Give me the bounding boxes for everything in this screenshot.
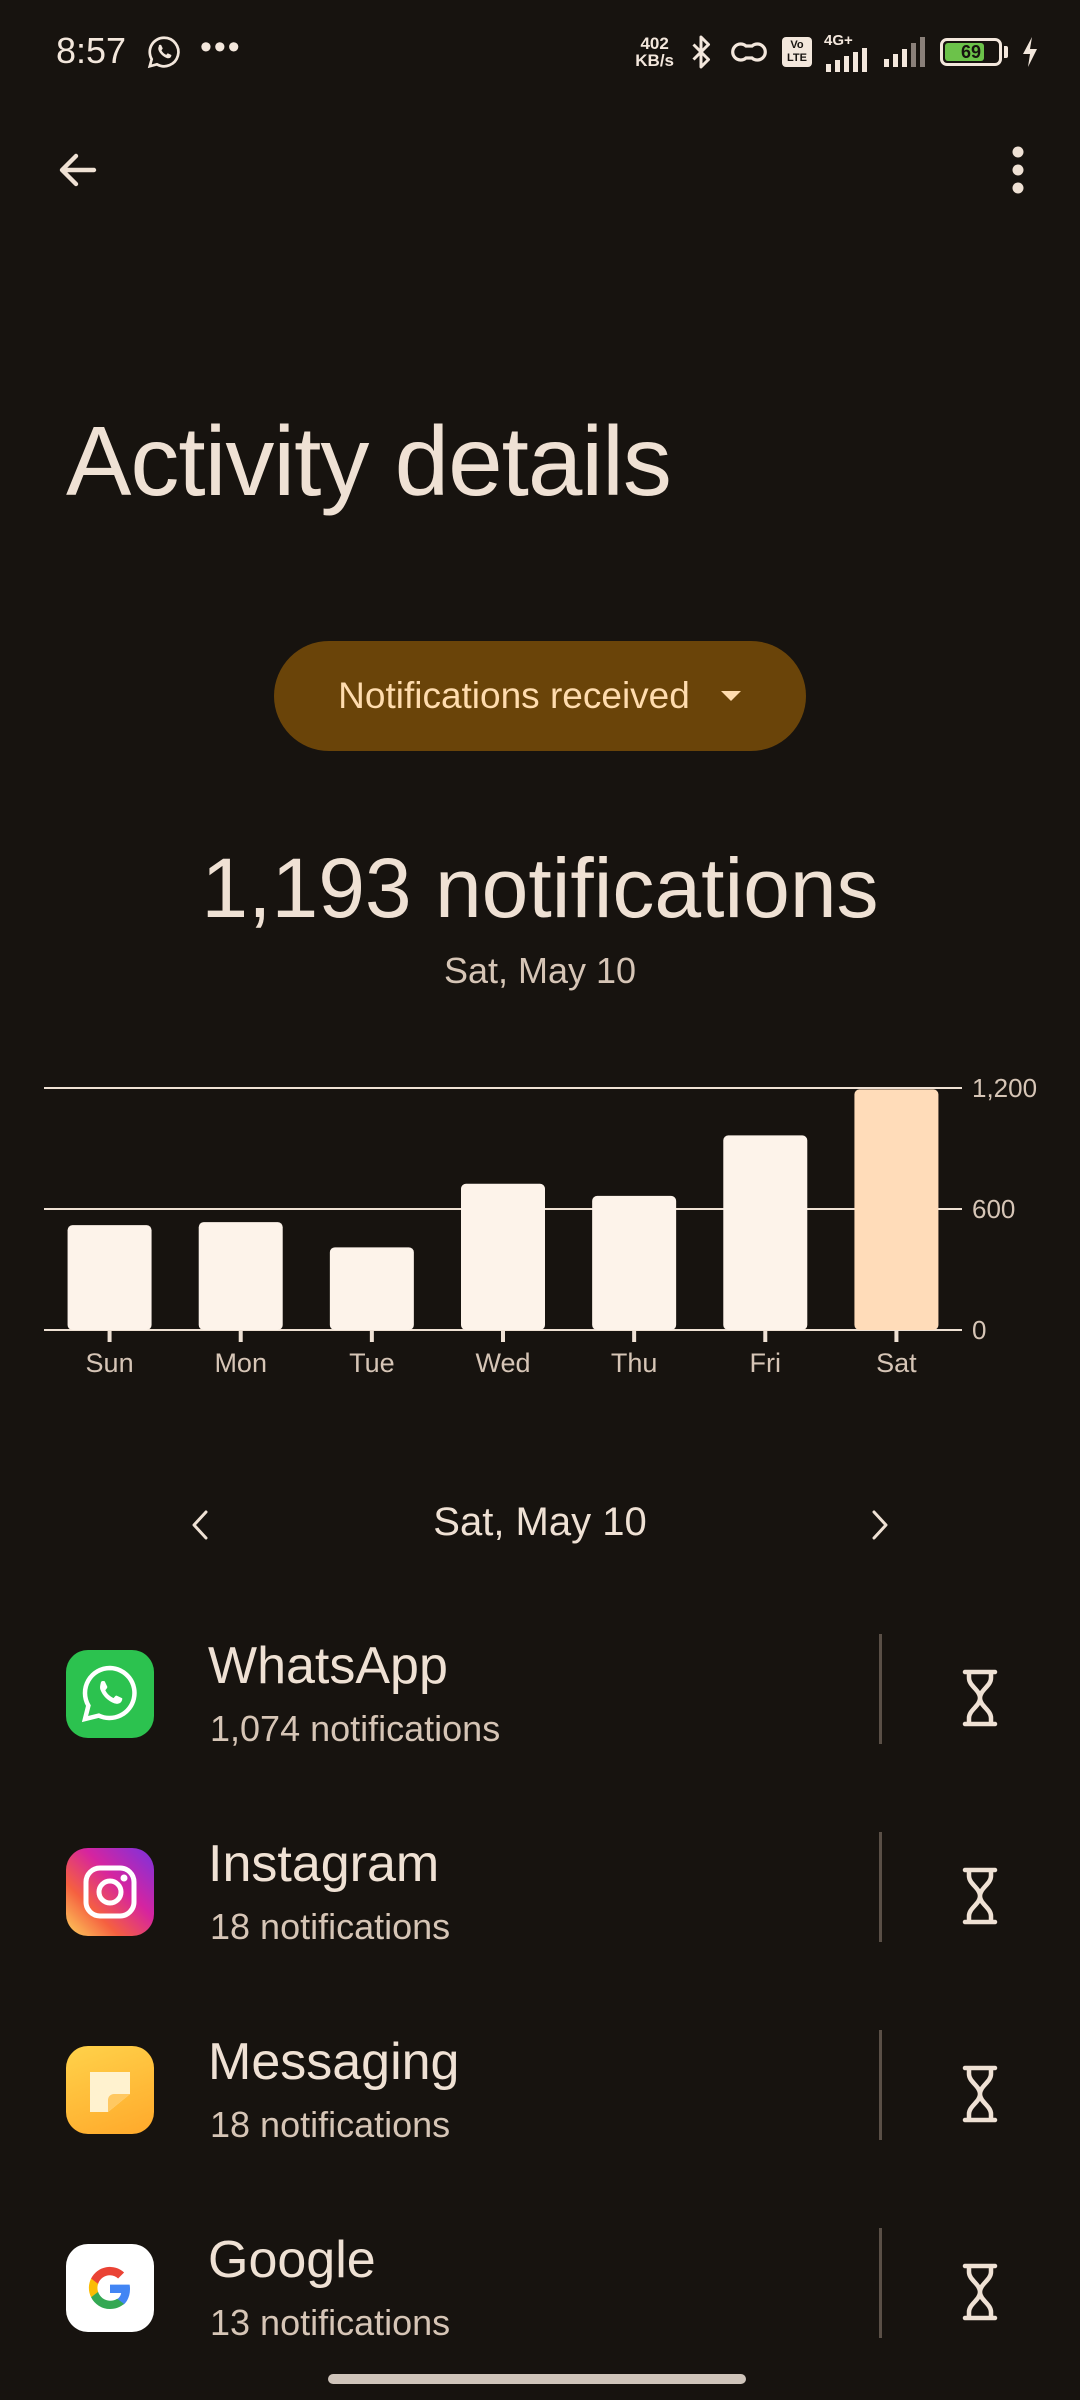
bluetooth-icon [692, 35, 710, 69]
selected-day-label: Sat, May 10 [433, 1500, 647, 1544]
chart-y-tick-label: 0 [972, 1315, 986, 1345]
chart-bar-sat[interactable] [854, 1089, 939, 1330]
chart-bar-tue[interactable] [329, 1247, 414, 1330]
volte-icon: Vo LTE [782, 37, 812, 67]
hourglass-icon [962, 2263, 998, 2321]
summary-count: 1,193 notifications [201, 841, 879, 935]
app-timer-button[interactable] [940, 1658, 1020, 1738]
chart-x-tick-label: Wed [475, 1348, 530, 1378]
app-timer-button[interactable] [940, 2252, 1020, 2332]
chart-x-tick-label: Sun [86, 1348, 134, 1378]
battery-cap [1004, 46, 1008, 58]
app-timer-button[interactable] [940, 1856, 1020, 1936]
more-options-button[interactable] [988, 140, 1048, 200]
status-time: 8:57 [56, 30, 127, 71]
messaging-icon [66, 2046, 154, 2134]
chart-bar-fri[interactable] [723, 1135, 808, 1330]
more-vert-icon [1012, 146, 1024, 194]
app-name: Instagram [208, 1835, 440, 1893]
signal-icon [884, 37, 925, 67]
whatsapp-icon [147, 36, 180, 69]
page-title: Activity details [66, 406, 672, 516]
metric-dropdown[interactable]: Notifications received [274, 641, 806, 751]
battery-icon: 69 [940, 38, 1002, 66]
app-row-whatsapp[interactable]: WhatsApp 1,074 notifications [0, 1596, 1080, 1794]
metric-dropdown-label: Notifications received [338, 675, 690, 716]
chart-bar-wed[interactable] [461, 1183, 545, 1330]
chart-y-tick-label: 1,200 [972, 1073, 1037, 1103]
app-row-messaging[interactable]: Messaging 18 notifications [0, 1992, 1080, 2190]
app-notification-count: 18 notifications [210, 1906, 451, 1947]
divider [879, 1832, 882, 1942]
arrow-back-icon [59, 153, 97, 187]
app-row-google[interactable]: Google 13 notifications [0, 2190, 1080, 2388]
chart-x-tick-label: Mon [214, 1348, 267, 1378]
notifications-bar-chart[interactable]: 1,200 600 0 Sun Mon Tue Wed Thu Fri Sat [0, 1060, 1080, 1390]
app-name: Messaging [208, 2033, 460, 2091]
back-button[interactable] [48, 140, 108, 200]
app-notification-count: 18 notifications [210, 2104, 451, 2145]
app-row-instagram[interactable]: Instagram 18 notifications [0, 1794, 1080, 1992]
hourglass-icon [962, 2065, 998, 2123]
status-icons: 402 KB/s Vo LTE 4G+ 69 [635, 30, 1040, 74]
dropdown-arrow-icon [720, 691, 741, 701]
hourglass-icon [962, 1867, 998, 1925]
chart-x-tick-label: Thu [611, 1348, 658, 1378]
instagram-icon [66, 1848, 154, 1936]
hourglass-icon [962, 1669, 998, 1727]
app-notification-count: 1,074 notifications [210, 1708, 501, 1749]
next-day-button[interactable] [850, 1495, 910, 1555]
divider [879, 1634, 882, 1744]
chart-x-tick-label: Tue [349, 1348, 395, 1378]
whatsapp-icon [66, 1650, 154, 1738]
divider [879, 2228, 882, 2338]
link-icon [731, 42, 767, 62]
summary-date: Sat, May 10 [443, 950, 637, 991]
app-name: Google [208, 2231, 376, 2289]
chevron-right-icon [872, 1510, 888, 1540]
app-name: WhatsApp [208, 1637, 448, 1695]
chart-bar-sun[interactable] [67, 1225, 152, 1330]
mobile-signal-1: 4G+ [824, 33, 870, 72]
chart-bar-thu[interactable] [592, 1195, 677, 1330]
network-speed: 402 KB/s [635, 34, 674, 70]
home-indicator[interactable] [328, 2374, 746, 2384]
app-timer-button[interactable] [940, 2054, 1020, 2134]
chart-x-tick-label: Fri [750, 1348, 781, 1378]
google-icon [66, 2244, 154, 2332]
signal-icon [826, 47, 867, 72]
chart-y-tick-label: 600 [972, 1194, 1015, 1224]
charging-icon [1023, 37, 1037, 67]
chart-bar-mon[interactable] [198, 1222, 283, 1330]
app-notification-count: 13 notifications [210, 2302, 451, 2343]
divider [879, 2030, 882, 2140]
chart-x-tick-label: Sat [876, 1348, 917, 1378]
more-notifications-icon: ••• [200, 28, 242, 66]
